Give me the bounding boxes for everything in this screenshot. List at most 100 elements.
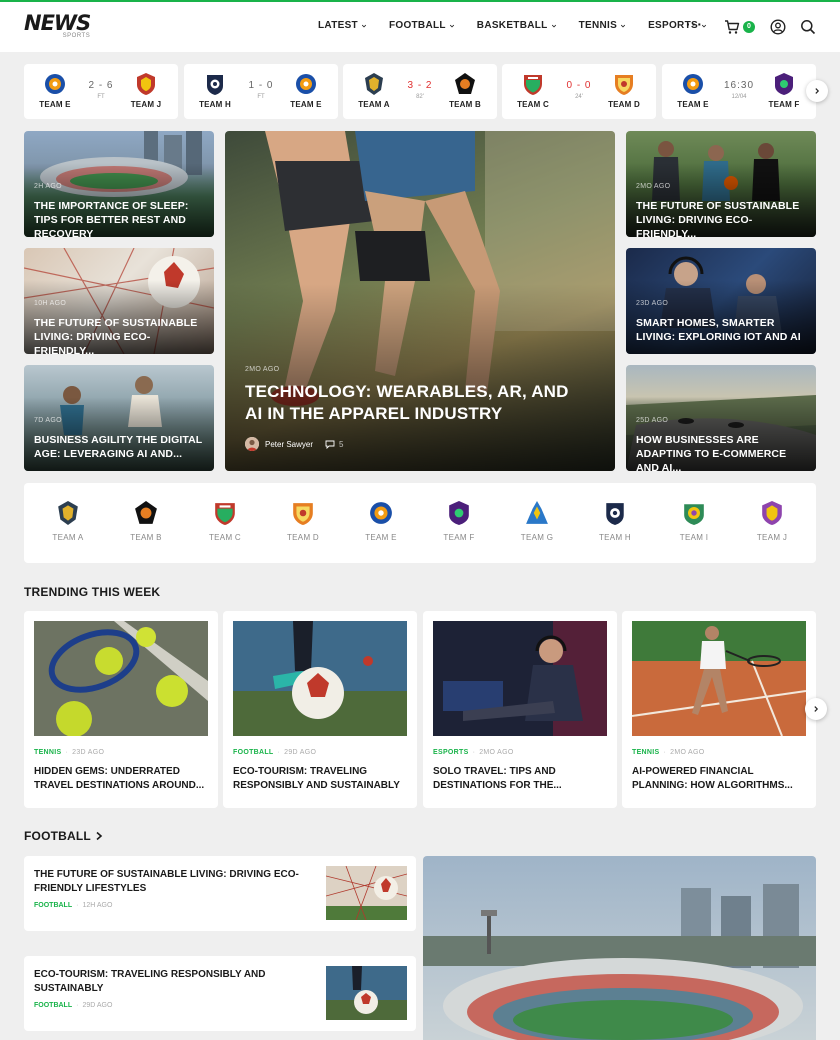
nav-tennis[interactable]: TENNIS xyxy=(579,20,626,31)
scoreboard-next-button[interactable] xyxy=(806,80,828,102)
team-c-crest-icon xyxy=(524,75,542,95)
article-time: 23D AGO xyxy=(636,300,669,307)
trending-card[interactable]: FOOTBALL · 29D AGO ECO-TOURISM: TRAVELING … xyxy=(223,611,417,808)
category-label[interactable]: FOOTBALL xyxy=(233,749,274,756)
article-thumbnail xyxy=(326,966,407,1020)
match-card[interactable]: TEAM H 1 - 0 FT TEAM E xyxy=(184,64,338,119)
article-title: AI-POWERED FINANCIAL PLANNING: HOW ALGOR… xyxy=(632,766,793,791)
article-time: 7D AGO xyxy=(34,417,62,424)
featured-article[interactable]: 2MO AGO TECHNOLOGY: WEARABLES, AR, AND A… xyxy=(225,131,615,471)
article-title: THE IMPORTANCE OF SLEEP: TIPS FOR BETTER… xyxy=(34,200,189,237)
away-team: TEAM J xyxy=(121,72,171,109)
trending-next-button[interactable] xyxy=(805,698,827,720)
team-name: TEAM J xyxy=(756,533,788,542)
chevron-right-icon xyxy=(814,706,819,712)
away-team: TEAM D xyxy=(599,72,649,109)
trending-card[interactable]: TENNIS · 2MO AGO AI-POWERED FINANCIAL PLAN… xyxy=(622,611,816,808)
team-link-a[interactable]: TEAM A xyxy=(38,499,98,542)
away-team: TEAM E xyxy=(281,72,331,109)
match-card[interactable]: TEAM C 0 - 0 24' TEAM D xyxy=(502,64,656,119)
nav-latest[interactable]: LATEST xyxy=(318,20,367,31)
football-section-title[interactable]: FOOTBALL xyxy=(24,829,103,843)
team-link-h[interactable]: TEAM H xyxy=(585,499,645,542)
match-status: 82' xyxy=(416,94,424,100)
trending-image xyxy=(233,621,407,736)
match-score: 0 - 0 xyxy=(566,80,592,91)
article-title: BUSINESS AGILITY THE DIGITAL AGE: LEVERA… xyxy=(34,434,203,460)
trending-image xyxy=(433,621,607,736)
team-g-crest-icon xyxy=(526,501,548,524)
nav-football[interactable]: FOOTBALL xyxy=(389,20,455,31)
cart-icon[interactable] xyxy=(724,19,740,35)
match-card[interactable]: TEAM E 2 - 6 FT TEAM J xyxy=(24,64,178,119)
team-name: TEAM G xyxy=(520,533,554,542)
soccer-net-image xyxy=(326,866,407,920)
article-time: 12H AGO xyxy=(82,902,113,909)
match-score: 3 - 2 xyxy=(407,80,433,91)
team-name: TEAM E xyxy=(365,533,397,542)
trending-image xyxy=(34,621,208,736)
team-name: TEAM B xyxy=(449,100,481,109)
logo-subtext: SPORTS xyxy=(62,33,91,39)
team-d-crest-icon xyxy=(615,75,633,95)
user-icon[interactable] xyxy=(770,19,786,35)
football-article[interactable]: THE FUTURE OF SUSTAINABLE LIVING: DRIVIN… xyxy=(24,856,416,931)
team-link-c[interactable]: TEAM C xyxy=(195,499,255,542)
article-title: ECO-TOURISM: TRAVELING RESPONSIBLY AND S… xyxy=(34,969,266,994)
nav-basketball[interactable]: BASKETBALL xyxy=(477,20,557,31)
article-title: HIDDEN GEMS: UNDERRATED TRAVEL DESTINATI… xyxy=(34,766,205,791)
category-label[interactable]: ESPORTS xyxy=(433,749,469,756)
team-link-g[interactable]: TEAM G xyxy=(507,499,567,542)
nav-more-button[interactable]: ··· xyxy=(686,16,703,32)
article-title: HOW BUSINESSES ARE ADAPTING TO E-COMMERC… xyxy=(636,434,787,471)
trending-section-title: TRENDING THIS WEEK xyxy=(24,585,161,599)
match-time: 16:30 xyxy=(723,80,755,91)
team-name: TEAM F xyxy=(768,100,800,109)
team-link-d[interactable]: TEAM D xyxy=(273,499,333,542)
team-link-j[interactable]: TEAM J xyxy=(742,499,802,542)
chevron-down-icon xyxy=(449,24,454,27)
hero-card[interactable]: 10H AGO THE FUTURE OF SUSTAINABLE LIVING… xyxy=(24,248,214,354)
home-team: TEAM C xyxy=(508,72,558,109)
category-label[interactable]: FOOTBALL xyxy=(34,902,72,909)
author-name[interactable]: Peter Sawyer xyxy=(265,440,313,449)
section-title-text: FOOTBALL xyxy=(24,829,91,843)
hero-card[interactable]: 23D AGO SMART HOMES, SMARTER LIVING: EXP… xyxy=(626,248,816,354)
match-card[interactable]: TEAM E 16:30 12/04 TEAM F xyxy=(662,64,816,119)
article-category: TENNIS · 2MO AGO xyxy=(632,749,705,756)
team-f-crest-icon xyxy=(449,501,469,525)
football-featured-image[interactable] xyxy=(423,856,816,1040)
match-status: 24' xyxy=(575,94,583,100)
match-score: 2 - 6 xyxy=(88,80,114,91)
hero-card[interactable]: 25D AGO HOW BUSINESSES ARE ADAPTING TO E… xyxy=(626,365,816,471)
stadium-image xyxy=(423,856,816,1040)
football-article[interactable]: ECO-TOURISM: TRAVELING RESPONSIBLY AND S… xyxy=(24,956,416,1031)
team-name: TEAM E xyxy=(39,100,71,109)
trending-card[interactable]: TENNIS · 23D AGO HIDDEN GEMS: UNDERRATED T… xyxy=(24,611,218,808)
trending-card[interactable]: ESPORTS · 2MO AGO SOLO TRAVEL: TIPS AND DE… xyxy=(423,611,617,808)
match-card[interactable]: TEAM A 3 - 2 82' TEAM B xyxy=(343,64,497,119)
team-link-e[interactable]: TEAM E xyxy=(351,499,411,542)
category-label[interactable]: FOOTBALL xyxy=(34,1002,72,1009)
category-label[interactable]: TENNIS xyxy=(632,749,659,756)
site-logo[interactable]: NEWS SPORTS xyxy=(24,12,91,39)
article-title: SOLO TRAVEL: TIPS AND DESTINATIONS FOR T… xyxy=(433,766,562,791)
hero-card[interactable]: 7D AGO BUSINESS AGILITY THE DIGITAL AGE:… xyxy=(24,365,214,471)
main-nav: LATEST FOOTBALL BASKETBALL TENNIS ESPORT… xyxy=(318,20,729,31)
team-a-crest-icon xyxy=(58,501,78,525)
hero-card[interactable]: 2H AGO THE IMPORTANCE OF SLEEP: TIPS FOR… xyxy=(24,131,214,237)
match-status: FT xyxy=(97,94,105,100)
team-name: TEAM C xyxy=(208,533,242,542)
team-link-b[interactable]: TEAM B xyxy=(116,499,176,542)
team-name: TEAM H xyxy=(199,100,231,109)
team-name: TEAM D xyxy=(608,100,640,109)
search-icon[interactable] xyxy=(800,19,816,35)
soccer-ball-image xyxy=(233,621,407,736)
team-name: TEAM F xyxy=(443,533,475,542)
category-label[interactable]: TENNIS xyxy=(34,749,61,756)
team-link-i[interactable]: TEAM I xyxy=(664,499,724,542)
team-link-f[interactable]: TEAM F xyxy=(429,499,489,542)
article-time: 2H AGO xyxy=(34,183,62,190)
hero-card[interactable]: 2MO AGO THE FUTURE OF SUSTAINABLE LIVING… xyxy=(626,131,816,237)
article-time: 23D AGO xyxy=(72,749,105,756)
